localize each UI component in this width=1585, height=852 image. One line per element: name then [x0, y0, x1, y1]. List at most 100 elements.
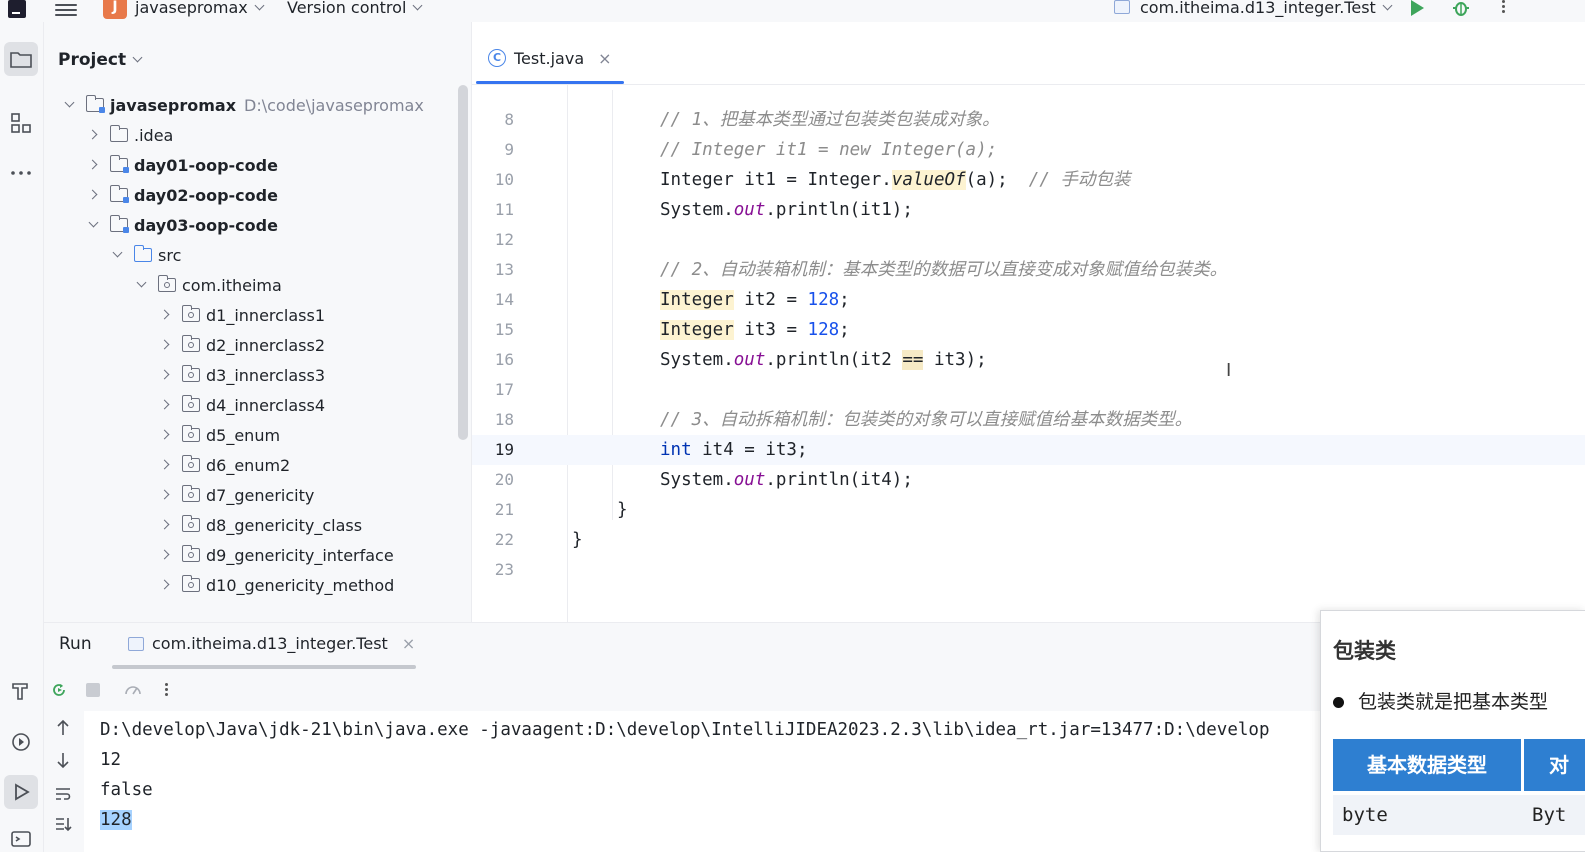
chevron-right-icon[interactable]: [158, 428, 172, 442]
code-line[interactable]: 16 System.out.println(it2 == it3);: [472, 345, 1585, 375]
tree-item[interactable]: d4_innerclass4: [158, 390, 325, 420]
chevron-down-icon[interactable]: [134, 278, 148, 292]
code-token: ;: [839, 290, 850, 310]
close-icon[interactable]: ×: [598, 49, 611, 68]
code-line[interactable]: 21}: [472, 495, 1585, 525]
debug-button-icon[interactable]: [1452, 0, 1470, 16]
code-line[interactable]: 13 // 2、自动装箱机制：基本类型的数据可以直接变成对象赋值给包装类。: [472, 255, 1585, 285]
run-button-icon[interactable]: [1411, 0, 1424, 16]
chevron-right-icon[interactable]: [158, 308, 172, 322]
tree-item[interactable]: d2_innerclass2: [158, 330, 325, 360]
code-line[interactable]: 20 System.out.println(it4);: [472, 465, 1585, 495]
code-line[interactable]: 23: [472, 555, 1585, 585]
code-line[interactable]: 10 Integer it1 = Integer.valueOf(a); // 手…: [472, 165, 1585, 195]
package-icon: [181, 335, 200, 352]
tree-item[interactable]: d6_enum2: [158, 450, 290, 480]
line-number: 13: [494, 260, 514, 279]
more-options-icon[interactable]: [162, 681, 170, 699]
code-line[interactable]: 15 Integer it3 = 128;: [472, 315, 1585, 345]
structure-tool-button[interactable]: [4, 106, 38, 140]
current-code-line[interactable]: 19 int it4 = it3;: [472, 435, 1585, 465]
chevron-right-icon[interactable]: [158, 458, 172, 472]
tree-item[interactable]: day02-oop-code: [86, 180, 278, 210]
tree-item[interactable]: d5_enum: [158, 420, 280, 450]
chevron-down-icon[interactable]: [86, 218, 100, 232]
code-line[interactable]: 8 // 1、把基本类型通过包装类包装成对象。: [472, 105, 1585, 135]
source-folder-icon: [133, 245, 152, 262]
project-switcher[interactable]: javasepromax: [135, 0, 265, 17]
code-editor[interactable]: C Test.java × 8 // 1、把基本类型通过包装类包装成对象。 9 // …: [471, 22, 1585, 622]
vcs-menu[interactable]: Version control: [287, 0, 423, 17]
rerun-icon[interactable]: [50, 681, 68, 699]
tab-run-config[interactable]: com.itheima.d13_integer.Test ×: [128, 634, 415, 653]
code-line[interactable]: 9 // Integer it1 = new Integer(a);: [472, 135, 1585, 165]
line-number: 20: [494, 470, 514, 489]
code-line[interactable]: 22}: [472, 525, 1585, 555]
code-token: int: [660, 440, 692, 460]
close-icon[interactable]: ×: [402, 634, 415, 653]
tree-item[interactable]: com.itheima: [134, 270, 282, 300]
tree-item[interactable]: day01-oop-code: [86, 150, 278, 180]
code-text: int it4 = it3;: [660, 435, 808, 465]
main-menu-icon[interactable]: [55, 1, 77, 17]
console-output[interactable]: D:\develop\Java\jdk-21\bin\java.exe -jav…: [100, 715, 1269, 835]
project-badge-icon[interactable]: J: [103, 0, 127, 19]
project-tool-button[interactable]: [4, 42, 38, 76]
tree-item[interactable]: d1_innerclass1: [158, 300, 325, 330]
slide-bullet: 包装类就是把基本类型: [1333, 687, 1548, 714]
tree-item[interactable]: d8_genericity_class: [158, 510, 362, 540]
tree-item-label: .idea: [134, 125, 174, 145]
tree-item[interactable]: day03-oop-code: [86, 210, 278, 240]
tree-item[interactable]: javasepromax D:\code\javasepromax: [62, 90, 424, 120]
run-config-selector[interactable]: com.itheima.d13_integer.Test: [1140, 0, 1393, 17]
code-line[interactable]: 18 // 3、自动拆箱机制：包装类的对象可以直接赋值给基本数据类型。: [472, 405, 1585, 435]
chevron-right-icon[interactable]: [158, 548, 172, 562]
profiler-icon[interactable]: [124, 681, 142, 699]
soft-wrap-icon[interactable]: [54, 785, 72, 803]
terminal-tool-button[interactable]: [4, 822, 38, 852]
chevron-down-icon[interactable]: [62, 98, 76, 112]
code-text: System.out.println(it4);: [660, 465, 913, 495]
project-panel-title[interactable]: Project: [58, 50, 143, 70]
chevron-right-icon[interactable]: [158, 578, 172, 592]
tree-item[interactable]: d7_genericity: [158, 480, 314, 510]
chevron-right-icon[interactable]: [158, 338, 172, 352]
build-tool-button[interactable]: [4, 674, 38, 708]
active-tab-indicator: [112, 665, 416, 669]
chevron-right-icon[interactable]: [158, 368, 172, 382]
code-token: .println(it2: [765, 350, 903, 370]
chevron-right-icon[interactable]: [86, 128, 100, 142]
folder-icon: [109, 125, 128, 142]
intellij-logo-icon: [8, 0, 26, 18]
chevron-right-icon[interactable]: [158, 488, 172, 502]
structure-icon: [11, 113, 31, 133]
scroll-to-end-icon[interactable]: [54, 815, 72, 833]
chevron-right-icon[interactable]: [158, 398, 172, 412]
tree-item[interactable]: d3_innerclass3: [158, 360, 325, 390]
code-line[interactable]: 12: [472, 225, 1585, 255]
arrow-down-icon[interactable]: [54, 751, 72, 769]
chevron-right-icon[interactable]: [86, 158, 100, 172]
stop-icon[interactable]: [84, 681, 102, 699]
more-options-icon[interactable]: [1500, 0, 1506, 18]
code-line[interactable]: 11 System.out.println(it1);: [472, 195, 1585, 225]
code-line[interactable]: 14 Integer it2 = 128;: [472, 285, 1585, 315]
tree-item-label: d1_innerclass1: [206, 305, 326, 325]
tree-item[interactable]: d10_genericity_method: [158, 570, 394, 600]
code-line[interactable]: 17: [472, 375, 1585, 405]
run-tool-button[interactable]: [4, 775, 38, 809]
tree-item[interactable]: d9_genericity_interface: [158, 540, 394, 570]
more-tools-button[interactable]: [4, 156, 38, 190]
chevron-down-icon[interactable]: [110, 248, 124, 262]
line-number: 14: [494, 290, 514, 309]
code-token: .println(it1);: [765, 200, 913, 220]
arrow-up-icon[interactable]: [54, 719, 72, 737]
tab-test-java[interactable]: C Test.java ×: [488, 44, 612, 72]
chevron-right-icon[interactable]: [158, 518, 172, 532]
tree-item[interactable]: src: [110, 240, 181, 270]
tree-item[interactable]: .idea: [86, 120, 173, 150]
chevron-right-icon[interactable]: [86, 188, 100, 202]
code-token: out: [733, 200, 766, 220]
project-scrollbar[interactable]: [458, 85, 468, 440]
services-tool-button[interactable]: [4, 725, 38, 759]
